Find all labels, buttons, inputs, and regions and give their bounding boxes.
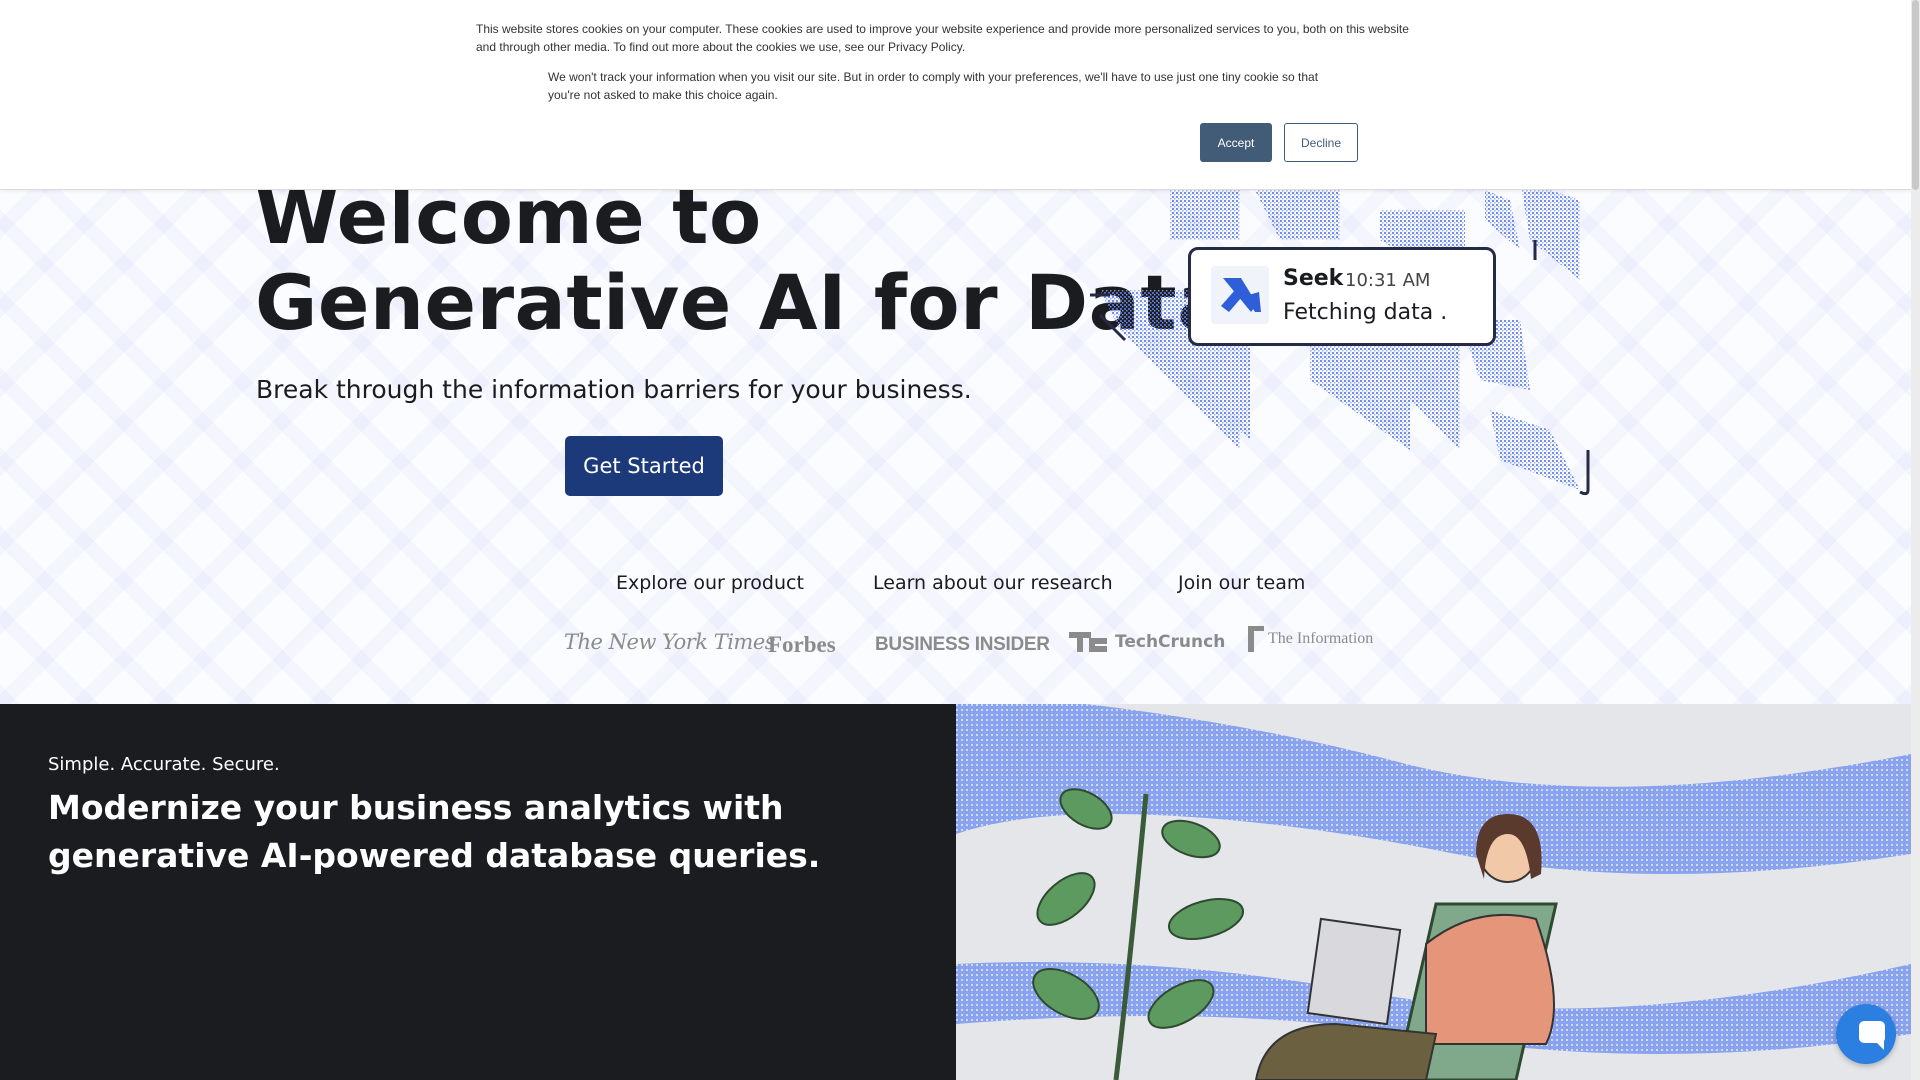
cookie-text-primary: This website stores cookies on your comp…: [476, 22, 1409, 54]
feature-text-panel: Simple. Accurate. Secure. Modernize your…: [0, 704, 956, 1080]
techcrunch-logo-text: TechCrunch: [1115, 632, 1226, 652]
the-information-mark-icon: [1248, 626, 1264, 652]
techcrunch-logo: TechCrunch: [1069, 632, 1225, 652]
seek-time: 10:31 AM: [1345, 270, 1431, 291]
get-started-button[interactable]: Get Started: [565, 436, 723, 496]
research-link[interactable]: Learn about our research: [873, 572, 1113, 594]
nyt-logo: The New York Times: [564, 630, 776, 654]
seek-logo-icon: [1211, 266, 1269, 324]
cookie-text-secondary: We won't track your information when you…: [548, 70, 1319, 102]
join-team-link[interactable]: Join our team: [1178, 572, 1305, 594]
the-information-logo: The Information: [1248, 626, 1374, 652]
seek-status-card: Seek 10:31 AM Fetching data .: [1188, 247, 1496, 346]
business-insider-logo: BUSINESS INSIDER: [875, 634, 1050, 655]
chat-bubble-icon: [1859, 1021, 1885, 1050]
feature-illustration: [956, 704, 1911, 1080]
hero-subtitle: Break through the information barriers f…: [256, 375, 972, 404]
cookie-banner: This website stores cookies on your comp…: [0, 0, 1911, 190]
chat-widget-button[interactable]: [1836, 1004, 1896, 1064]
person-with-laptop-illustration: [956, 704, 1911, 1080]
seek-status-text: Fetching data .: [1283, 300, 1448, 325]
page-scrollbar[interactable]: [1911, 0, 1920, 1080]
seek-name: Seek: [1283, 266, 1344, 291]
feature-headline: Modernize your business analytics with g…: [48, 788, 821, 875]
techcrunch-mark-icon: [1069, 632, 1109, 652]
feature-section: Simple. Accurate. Secure. Modernize your…: [0, 704, 1911, 1080]
the-information-logo-text: The Information: [1268, 630, 1374, 647]
forbes-logo: Forbes: [768, 632, 836, 657]
press-logos: The New York Times Forbes BUSINESS INSID…: [0, 626, 1911, 668]
feature-kicker: Simple. Accurate. Secure.: [48, 754, 280, 775]
explore-product-link[interactable]: Explore our product: [616, 572, 804, 594]
cookie-decline-button[interactable]: Decline: [1284, 123, 1358, 162]
cookie-accept-button[interactable]: Accept: [1200, 123, 1272, 162]
page: Welcome to Generative AI for Data Break …: [0, 0, 1911, 1080]
page-scrollbar-thumb[interactable]: [1912, 0, 1919, 190]
